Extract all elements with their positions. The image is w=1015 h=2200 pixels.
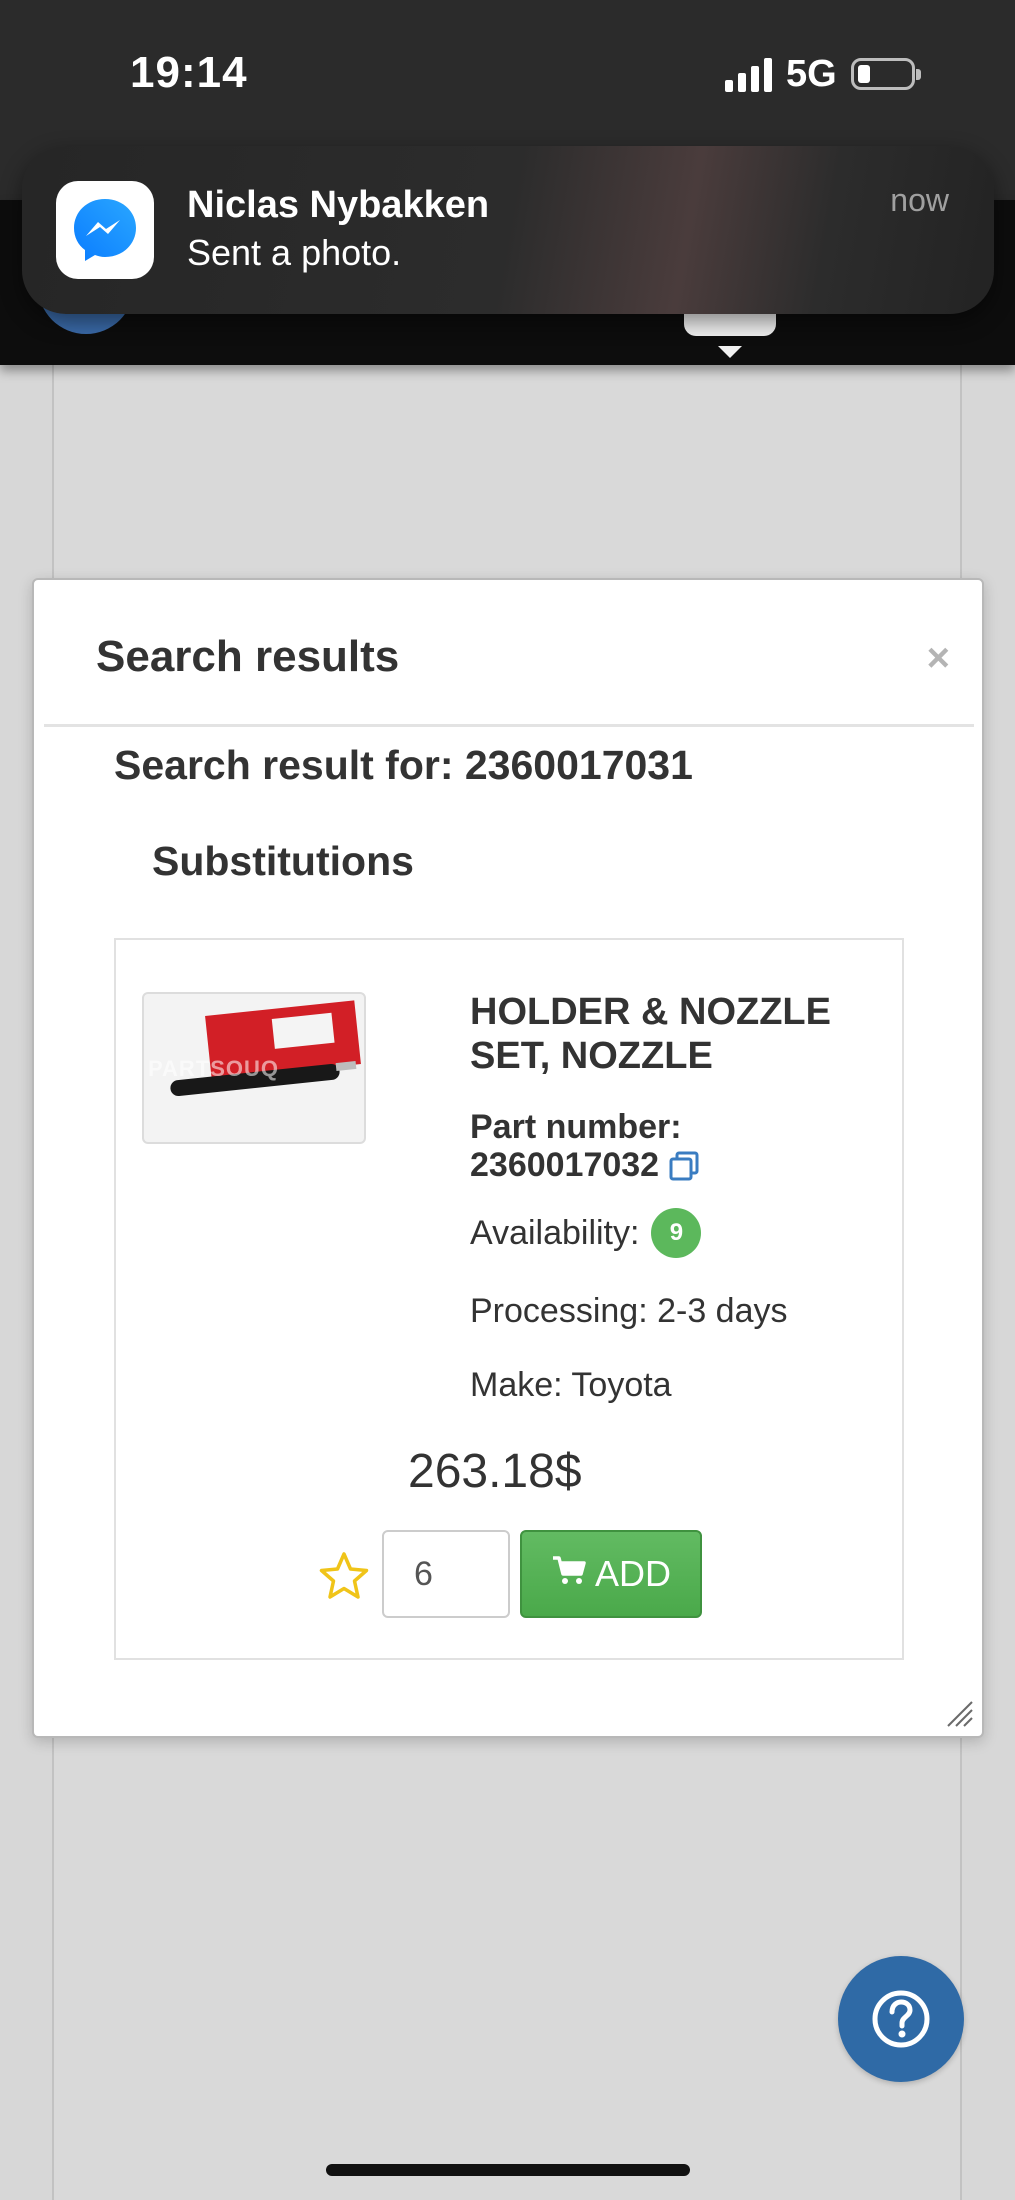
network-type: 5G [786,52,837,95]
close-icon[interactable]: × [927,638,950,678]
availability-badge: 9 [651,1208,702,1258]
availability: Availability: 9 [470,1208,702,1258]
quantity-input[interactable] [382,1530,510,1618]
processing-time: Processing: 2-3 days [470,1292,788,1330]
notification-time: now [890,182,949,218]
product-name: HOLDER & NOZZLE SET, NOZZLE [470,991,831,1077]
add-to-cart-button[interactable]: ADD [520,1530,702,1618]
image-watermark: PARTSOUQ [148,1056,280,1081]
message-notification[interactable]: Niclas Nybakken Sent a photo. now [22,146,994,314]
battery-icon [850,58,921,90]
product-card: PARTSOUQ HOLDER & NOZZLE SET, NOZZLE Par… [114,938,904,1660]
search-results-dialog: Search results × Search result for: 2360… [32,578,984,1738]
product-image[interactable]: PARTSOUQ [142,992,366,1144]
help-button[interactable] [838,1956,964,2082]
price: 263.18$ [408,1445,582,1498]
resize-handle-icon[interactable] [944,1698,974,1728]
part-number-label: Part number: [470,1108,682,1146]
part-number: 2360017032 [470,1146,701,1185]
copy-icon[interactable] [667,1149,701,1183]
add-button-label: ADD [594,1553,671,1594]
search-query-text: Search result for: 2360017031 [114,742,693,788]
status-time: 19:14 [130,48,248,97]
availability-label: Availability: [470,1213,640,1252]
section-title-substitutions: Substitutions [152,838,414,884]
notification-message: Sent a photo. [187,232,402,273]
dialog-divider [44,724,974,727]
question-icon [872,1990,930,2048]
part-number-value: 2360017032 [470,1146,660,1184]
caret-down-icon [718,346,742,358]
notification-sender: Niclas Nybakken [187,184,490,226]
home-indicator [326,2164,690,2176]
dialog-title: Search results [96,632,400,681]
make: Make: Toyota [470,1366,672,1404]
status-indicators: 5G [725,52,921,96]
star-icon[interactable] [318,1550,370,1602]
cart-icon [551,1553,587,1595]
messenger-icon [56,181,154,279]
signal-icon [725,56,772,92]
